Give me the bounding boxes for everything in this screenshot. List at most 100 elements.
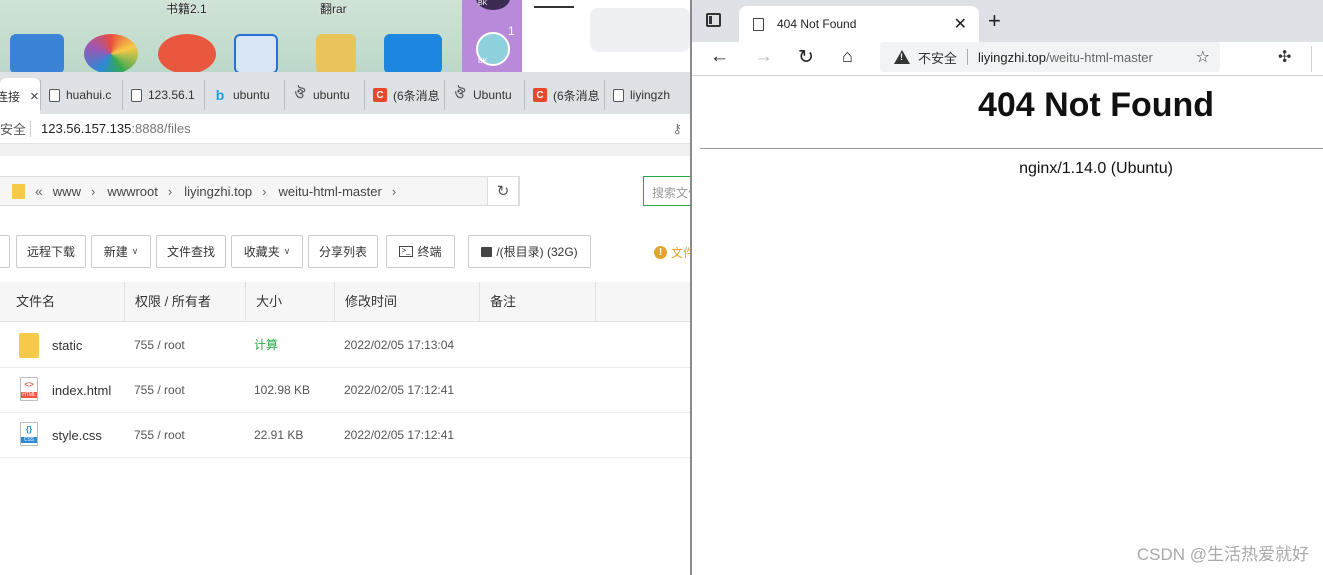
file-name[interactable]: index.html	[52, 368, 111, 413]
tab-huahui[interactable]: huahui.c	[40, 80, 122, 110]
html-file-icon: <> HTML	[20, 377, 38, 401]
breadcrumb-www[interactable]: www	[53, 184, 81, 199]
terminal-icon: >_	[399, 246, 414, 257]
button-label: 新建	[103, 245, 128, 259]
tab-csdn-1[interactable]: C (6条消息	[364, 80, 444, 110]
file-find-button[interactable]: 文件查找	[156, 235, 226, 268]
error-heading: 404 Not Found	[977, 86, 1215, 124]
url-path: /weitu-html-master	[1045, 49, 1153, 65]
page-icon	[753, 17, 764, 31]
app-logo-icon[interactable]	[234, 34, 278, 72]
file-path-bar[interactable]: « www › wwwroot › liyingzhi.top › weitu-…	[0, 176, 520, 206]
close-icon[interactable]: ×	[30, 88, 39, 105]
extensions-icon[interactable]: ✣	[1278, 47, 1291, 67]
column-header-name[interactable]: 文件名	[6, 282, 125, 322]
page-content: 404 Not Found nginx/1.14.0 (Ubuntu) CSDN…	[692, 76, 1323, 575]
tab-connection[interactable]: 连接 ×	[0, 78, 40, 114]
column-header-permission[interactable]: 权限 / 所有者	[125, 282, 246, 322]
badge-text: BK	[478, 0, 488, 7]
disk-button[interactable]: /(根目录) (32G)	[468, 235, 591, 268]
right-address-bar[interactable]: 不安全 liyingzhi.top /weitu-html-master ☆	[880, 42, 1220, 72]
column-header-note[interactable]: 备注	[480, 282, 596, 322]
chevron-right-icon: ›	[90, 183, 96, 199]
tab-ubuntu-bing[interactable]: b ubuntu	[204, 80, 284, 110]
chevron-right-icon: ›	[167, 183, 173, 199]
file-size: 22.91 KB	[254, 428, 304, 442]
tab-csdn-2[interactable]: C (6条消息	[524, 80, 604, 110]
breadcrumb-liyingzhi[interactable]: liyingzhi.top	[184, 184, 252, 199]
back-icon[interactable]: ←	[710, 46, 729, 68]
refresh-icon[interactable]: ↻	[487, 176, 519, 206]
new-tab-icon[interactable]: +	[988, 8, 1001, 34]
chevron-right-icon: ›	[262, 183, 267, 199]
brace-glyph: {}	[25, 425, 33, 434]
folder-icon[interactable]	[316, 34, 356, 72]
tab-label: huahui.c	[66, 88, 112, 102]
tab-label: ubuntu	[233, 88, 270, 102]
tab-ubuntu-2[interactable]: ঔ Ubuntu	[444, 80, 524, 110]
column-header-size[interactable]: 大小	[246, 282, 335, 322]
double-chevron-left-icon[interactable]: «	[35, 183, 43, 199]
button-label: 远程下载	[26, 245, 75, 259]
tab-ubuntu[interactable]: ঔ ubuntu	[284, 80, 364, 110]
ubuntu-icon: ঔ	[454, 85, 466, 101]
favorite-add-icon[interactable]: ☆	[1196, 47, 1210, 67]
tab-123[interactable]: 123.56.1	[122, 80, 204, 110]
tablet-app-icon[interactable]	[384, 34, 442, 72]
upload-button-partial[interactable]	[0, 235, 10, 268]
tab-actions-icon[interactable]	[706, 13, 721, 27]
favorites-button[interactable]: 收藏夹 ∨	[231, 235, 303, 268]
right-browser-window: 404 Not Found ✕ + ← → ↻ ⌂ 不安全 liyingzhi.…	[690, 0, 1323, 575]
forward-icon[interactable]: →	[754, 46, 773, 68]
ubuntu-icon: ঔ	[294, 85, 306, 101]
chevron-right-icon: ›	[391, 183, 397, 199]
file-size: 102.98 KB	[254, 383, 311, 397]
file-permission[interactable]: 755 / root	[134, 368, 185, 413]
button-label: /(根目录) (32G)	[496, 245, 578, 259]
tab-404[interactable]: 404 Not Found ✕	[739, 6, 979, 42]
key-icon[interactable]: ⚷	[672, 121, 682, 137]
page-icon	[613, 88, 624, 102]
computer-icon[interactable]	[10, 34, 64, 72]
button-label: 收藏夹	[243, 245, 280, 259]
screen: 书籍2.1 翻rar BK BK 1 连接 × huahui.c 123.56.…	[0, 0, 1323, 575]
terminal-button[interactable]: >_ 终端	[386, 235, 455, 268]
calculate-size-link[interactable]: 计算	[254, 323, 278, 368]
tab-label: Ubuntu	[473, 88, 512, 102]
table-row[interactable]: {} CSS style.css 755 / root 22.91 KB 202…	[0, 413, 690, 458]
tab-liyingzhi[interactable]: liyingzh	[604, 80, 690, 110]
close-icon[interactable]: ✕	[954, 14, 967, 34]
warning-icon[interactable]	[894, 50, 910, 64]
color-wheel-icon[interactable]	[84, 34, 138, 72]
desktop-icon-label: 书籍2.1	[166, 2, 207, 16]
desktop-background: 书籍2.1 翻rar BK BK 1	[0, 0, 690, 72]
file-name[interactable]: style.css	[52, 413, 102, 458]
info-hint[interactable]: ! 文件	[654, 244, 695, 261]
chevron-down-icon: ∨	[131, 246, 139, 256]
tab-label: (6条消息	[393, 88, 440, 103]
column-header-mtime[interactable]: 修改时间	[335, 282, 480, 322]
table-row[interactable]: <> HTML index.html 755 / root 102.98 KB …	[0, 368, 690, 413]
remote-download-button[interactable]: 远程下载	[16, 235, 86, 268]
breadcrumb-wwwroot[interactable]: wwwroot	[107, 184, 158, 199]
desktop-app-panel: BK BK 1	[462, 0, 522, 72]
security-label[interactable]: 不安全	[918, 48, 957, 67]
file-permission[interactable]: 755 / root	[134, 323, 185, 368]
overlay-window	[522, 0, 690, 72]
table-row[interactable]: static 755 / root 计算 2022/02/05 17:13:04	[0, 323, 690, 368]
button-label: 分享列表	[318, 245, 367, 259]
reload-icon[interactable]: ↻	[798, 46, 814, 69]
fox-app-icon[interactable]	[158, 34, 216, 72]
divider	[30, 120, 31, 137]
left-address-bar[interactable]: 安全 123.56.157.135 :8888/files ⚷	[0, 114, 690, 144]
server-signature: nginx/1.14.0 (Ubuntu)	[1019, 160, 1173, 177]
share-list-button[interactable]: 分享列表	[308, 235, 378, 268]
breadcrumb-weitu[interactable]: weitu-html-master	[279, 184, 382, 199]
file-permission[interactable]: 755 / root	[134, 413, 185, 458]
security-label: 安全	[0, 122, 27, 137]
new-button[interactable]: 新建 ∨	[91, 235, 151, 268]
home-icon[interactable]: ⌂	[842, 46, 853, 67]
file-type-band: HTML	[21, 392, 37, 398]
file-name[interactable]: static	[52, 323, 82, 368]
url-path: :8888/files	[131, 121, 191, 136]
